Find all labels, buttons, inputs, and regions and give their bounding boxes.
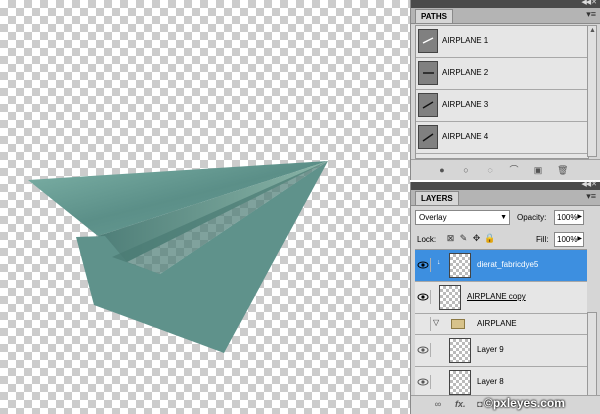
- fill-path-icon[interactable]: ●: [437, 165, 447, 175]
- path-item-airplane-3[interactable]: AIRPLANE 3: [416, 90, 588, 122]
- opacity-field[interactable]: 100% ▶: [554, 210, 584, 225]
- load-selection-icon[interactable]: ◌: [485, 165, 495, 175]
- layers-scrollbar[interactable]: [587, 312, 597, 396]
- paths-toolbar: ● ○ ◌ ⌒ ▣ 🗑: [411, 159, 600, 180]
- lock-label: Lock:: [417, 235, 437, 244]
- layer-thumbnail: [449, 370, 471, 395]
- opacity-value: 100%: [557, 213, 578, 222]
- lock-position-move-icon[interactable]: ✥: [471, 233, 482, 244]
- paths-scrollbar[interactable]: ▲: [587, 25, 597, 157]
- visibility-eye-icon[interactable]: [416, 343, 431, 357]
- clipping-mask-arrow-icon: ↓: [437, 259, 441, 266]
- visibility-toggle-empty[interactable]: [416, 317, 431, 331]
- path-item-airplane-2[interactable]: AIRPLANE 2: [416, 58, 588, 90]
- paths-list: AIRPLANE 1 AIRPLANE 2 AIRPLANE 3 AIRPLAN…: [415, 25, 589, 159]
- panel-dock-bar[interactable]: ◀◀ ✕: [411, 0, 600, 8]
- path-label: AIRPLANE 2: [442, 68, 489, 77]
- layer-row-airplane-copy[interactable]: AIRPLANE copy: [415, 282, 587, 314]
- layer-name: Layer 9: [477, 345, 504, 354]
- paper-airplane-image: [28, 161, 328, 353]
- folder-icon: [451, 319, 465, 329]
- layer-name: AIRPLANE: [477, 319, 517, 328]
- path-thumbnail: [418, 125, 438, 149]
- path-label: AIRPLANE 1: [442, 36, 489, 45]
- visibility-eye-icon[interactable]: [416, 258, 431, 272]
- stroke-path-icon[interactable]: ○: [461, 165, 471, 175]
- panel-dock-bar[interactable]: ◀◀ ✕: [411, 180, 600, 190]
- visibility-eye-icon[interactable]: [416, 375, 431, 389]
- link-layers-icon[interactable]: ∞: [433, 399, 443, 409]
- watermark: ©pxleyes.com: [484, 396, 565, 410]
- layer-name: Layer 8: [477, 377, 504, 386]
- visibility-eye-icon[interactable]: [416, 290, 431, 304]
- fill-label: Fill:: [536, 235, 549, 244]
- layer-name: AIRPLANE copy: [467, 292, 526, 301]
- fill-field[interactable]: 100% ▶: [554, 232, 584, 247]
- path-label: AIRPLANE 4: [442, 132, 489, 141]
- layer-thumbnail: [449, 253, 471, 278]
- chevron-down-icon: ▼: [500, 214, 507, 221]
- layer-row-dierat-fabricdye5[interactable]: ↓ dierat_fabricdye5: [415, 250, 587, 282]
- chevron-right-icon[interactable]: ▶: [577, 233, 582, 246]
- layer-thumbnail: [449, 338, 471, 363]
- lock-all-padlock-icon[interactable]: 🔒: [484, 233, 495, 244]
- new-path-icon[interactable]: ▣: [533, 165, 543, 175]
- layer-thumbnail: [439, 285, 461, 310]
- chevron-right-icon[interactable]: ▶: [577, 211, 582, 224]
- layers-list: ↓ dierat_fabricdye5 AIRPLANE copy ▽ AIRP…: [415, 249, 587, 397]
- scroll-up-icon[interactable]: ▲: [589, 27, 596, 34]
- tab-paths[interactable]: PATHS: [415, 9, 453, 23]
- path-thumbnail: [418, 93, 438, 117]
- layer-name: dierat_fabricdye5: [477, 260, 539, 269]
- blend-mode-select[interactable]: Overlay ▼: [415, 210, 510, 225]
- blend-mode-value: Overlay: [419, 213, 447, 222]
- path-item-airplane-1[interactable]: AIRPLANE 1: [416, 26, 588, 58]
- collapse-arrows-icon[interactable]: ◀◀ ✕: [581, 0, 597, 6]
- path-label: AIRPLANE 3: [442, 100, 489, 109]
- make-work-path-icon[interactable]: ⌒: [509, 165, 519, 175]
- opacity-label: Opacity:: [517, 213, 547, 222]
- fill-value: 100%: [557, 235, 578, 244]
- tab-layers[interactable]: LAYERS: [415, 191, 459, 205]
- group-expand-triangle-icon[interactable]: ▽: [433, 318, 439, 327]
- lock-image-brush-icon[interactable]: ✎: [458, 233, 469, 244]
- paths-panel: ◀◀ ✕ PATHS ▾≡ AIRPLANE 1 AIRPLANE 2 AIRP…: [410, 0, 600, 180]
- delete-path-icon[interactable]: 🗑: [557, 165, 568, 175]
- collapse-arrows-icon[interactable]: ◀◀ ✕: [581, 180, 597, 188]
- layer-row-layer-9[interactable]: Layer 9: [415, 335, 587, 367]
- document-canvas[interactable]: [0, 0, 410, 414]
- layer-group-airplane[interactable]: ▽ AIRPLANE: [415, 314, 587, 335]
- path-item-airplane-4[interactable]: AIRPLANE 4: [416, 122, 588, 154]
- panel-menu-icon[interactable]: ▾≡: [586, 191, 596, 202]
- path-thumbnail: [418, 61, 438, 85]
- lock-transparency-icon[interactable]: ⊠: [445, 233, 456, 244]
- path-thumbnail: [418, 29, 438, 53]
- fx-button[interactable]: fx.: [455, 399, 466, 409]
- layers-panel: ◀◀ ✕ LAYERS ▾≡ Overlay ▼ Opacity: 100% ▶…: [410, 180, 600, 414]
- layer-row-layer-8[interactable]: Layer 8: [415, 367, 587, 397]
- panel-menu-icon[interactable]: ▾≡: [586, 9, 596, 20]
